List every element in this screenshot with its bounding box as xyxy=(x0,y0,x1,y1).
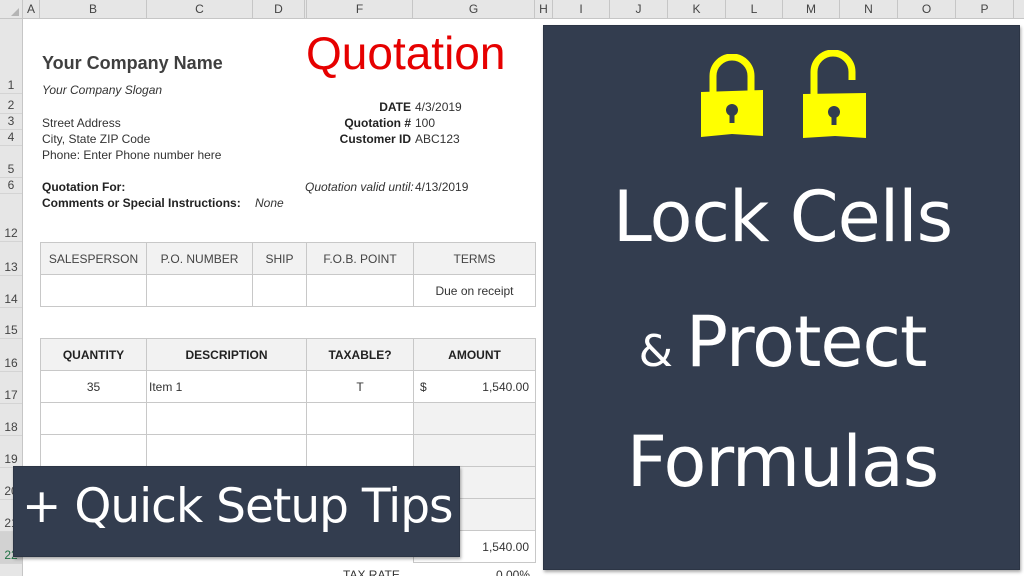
table-row xyxy=(40,402,536,435)
taxable-cell[interactable]: T xyxy=(306,370,414,403)
title-protect-text: Protect xyxy=(685,301,927,383)
fob-point-header[interactable]: F.O.B. POINT xyxy=(306,242,414,275)
taxable-header[interactable]: TAXABLE? xyxy=(306,338,414,371)
title-ampersand: & xyxy=(638,326,673,377)
order-info-table: SALESPERSON P.O. NUMBER SHIP F.O.B. POIN… xyxy=(40,242,536,307)
po-number-cell[interactable] xyxy=(146,274,253,307)
row-header-14[interactable]: 14 xyxy=(0,276,22,308)
po-number-header[interactable]: P.O. NUMBER xyxy=(146,242,253,275)
city-state-zip[interactable]: City, State ZIP Code xyxy=(42,132,150,146)
phone[interactable]: Phone: Enter Phone number here xyxy=(42,148,221,162)
row-header-16[interactable]: 16 xyxy=(0,339,22,372)
row-header-4[interactable]: 4 xyxy=(0,130,22,146)
row-header-3[interactable]: 3 xyxy=(0,114,22,130)
row-header-1[interactable]: 1 xyxy=(0,19,22,94)
select-all-button[interactable] xyxy=(0,0,23,19)
terms-header[interactable]: TERMS xyxy=(413,242,536,275)
quotation-number-value[interactable]: 100 xyxy=(415,116,435,130)
column-header-c[interactable]: C xyxy=(147,0,253,19)
column-header-d[interactable]: D xyxy=(253,0,305,19)
title-formulas: Formulas xyxy=(626,421,940,503)
street-address[interactable]: Street Address xyxy=(42,116,121,130)
description-header[interactable]: DESCRIPTION xyxy=(146,338,307,371)
row-header-12[interactable]: 12 xyxy=(0,194,22,242)
row-header-2[interactable]: 2 xyxy=(0,94,22,114)
description-cell[interactable]: Item 1 xyxy=(146,370,307,403)
column-header-f[interactable]: F xyxy=(307,0,413,19)
date-value[interactable]: 4/3/2019 xyxy=(415,100,462,114)
column-header-k[interactable]: K xyxy=(668,0,726,19)
table-row xyxy=(40,434,536,467)
table-row: 35 Item 1 T $ 1,540.00 xyxy=(40,370,536,403)
quotation-number-label: Quotation # xyxy=(344,116,411,130)
column-header-l[interactable]: L xyxy=(726,0,783,19)
amount-cell[interactable] xyxy=(413,434,536,467)
amount-value: 1,540.00 xyxy=(482,379,529,394)
ship-cell[interactable] xyxy=(252,274,307,307)
column-header-g[interactable]: G xyxy=(413,0,535,19)
date-label: DATE xyxy=(379,100,411,114)
amount-cell[interactable]: $ 1,540.00 xyxy=(413,370,536,403)
quantity-cell[interactable] xyxy=(40,434,147,467)
quick-tips-text: + Quick Setup Tips xyxy=(22,479,454,534)
company-slogan[interactable]: Your Company Slogan xyxy=(42,83,162,97)
customer-id-value[interactable]: ABC123 xyxy=(415,132,460,146)
lock-open-icon xyxy=(803,50,866,138)
valid-until-value[interactable]: 4/13/2019 xyxy=(415,180,468,194)
row-header-5[interactable]: 5 xyxy=(0,146,22,178)
currency-symbol: $ xyxy=(420,379,427,394)
column-header-m[interactable]: M xyxy=(783,0,840,19)
terms-cell[interactable]: Due on receipt xyxy=(413,274,536,307)
row-header-17[interactable]: 17 xyxy=(0,372,22,404)
order-info-value-row: Due on receipt xyxy=(40,274,536,307)
line-items-header-row: QUANTITY DESCRIPTION TAXABLE? AMOUNT xyxy=(40,338,536,371)
quantity-cell[interactable] xyxy=(40,402,147,435)
valid-until-label: Quotation valid until: xyxy=(305,180,414,194)
salesperson-cell[interactable] xyxy=(40,274,147,307)
row-header-15[interactable]: 15 xyxy=(0,308,22,339)
row-header-13[interactable]: 13 xyxy=(0,242,22,276)
amount-header[interactable]: AMOUNT xyxy=(413,338,536,371)
title-overlay-panel: Lock Cells & Protect Formulas xyxy=(543,25,1020,570)
title-protect: & Protect xyxy=(544,301,1021,383)
quantity-cell[interactable]: 35 xyxy=(40,370,147,403)
column-header-o[interactable]: O xyxy=(898,0,956,19)
column-header-h[interactable]: H xyxy=(535,0,553,19)
quick-tips-overlay: + Quick Setup Tips xyxy=(13,466,460,557)
taxable-cell[interactable] xyxy=(306,434,414,467)
comments-value[interactable]: None xyxy=(255,196,284,210)
comments-label: Comments or Special Instructions: xyxy=(42,196,241,210)
description-cell[interactable] xyxy=(146,434,307,467)
quotation-title[interactable]: Quotation xyxy=(306,26,505,80)
column-header-b[interactable]: B xyxy=(40,0,147,19)
column-header-a[interactable]: A xyxy=(23,0,40,19)
column-header-i[interactable]: I xyxy=(553,0,610,19)
row-header-18[interactable]: 18 xyxy=(0,404,22,436)
description-cell[interactable] xyxy=(146,402,307,435)
quotation-for-label: Quotation For: xyxy=(42,180,126,194)
salesperson-header[interactable]: SALESPERSON xyxy=(40,242,147,275)
row-header-6[interactable]: 6 xyxy=(0,178,22,194)
row-header-19[interactable]: 19 xyxy=(0,436,22,468)
column-header-j[interactable]: J xyxy=(610,0,668,19)
column-header-n[interactable]: N xyxy=(840,0,898,19)
ship-header[interactable]: SHIP xyxy=(252,242,307,275)
column-header-bar: A B C D F G H I J K L M N O P xyxy=(0,0,1024,19)
company-name[interactable]: Your Company Name xyxy=(42,53,223,74)
fob-point-cell[interactable] xyxy=(306,274,414,307)
tax-rate-label: TAX RATE xyxy=(343,568,400,576)
order-info-header-row: SALESPERSON P.O. NUMBER SHIP F.O.B. POIN… xyxy=(40,242,536,275)
tax-rate-value[interactable]: 0.00% xyxy=(496,568,530,576)
quantity-header[interactable]: QUANTITY xyxy=(40,338,147,371)
taxable-cell[interactable] xyxy=(306,402,414,435)
lock-closed-icon xyxy=(701,54,763,137)
column-header-p[interactable]: P xyxy=(956,0,1014,19)
amount-cell[interactable] xyxy=(413,402,536,435)
customer-id-label: Customer ID xyxy=(339,132,411,146)
title-lock-cells: Lock Cells xyxy=(612,176,953,258)
